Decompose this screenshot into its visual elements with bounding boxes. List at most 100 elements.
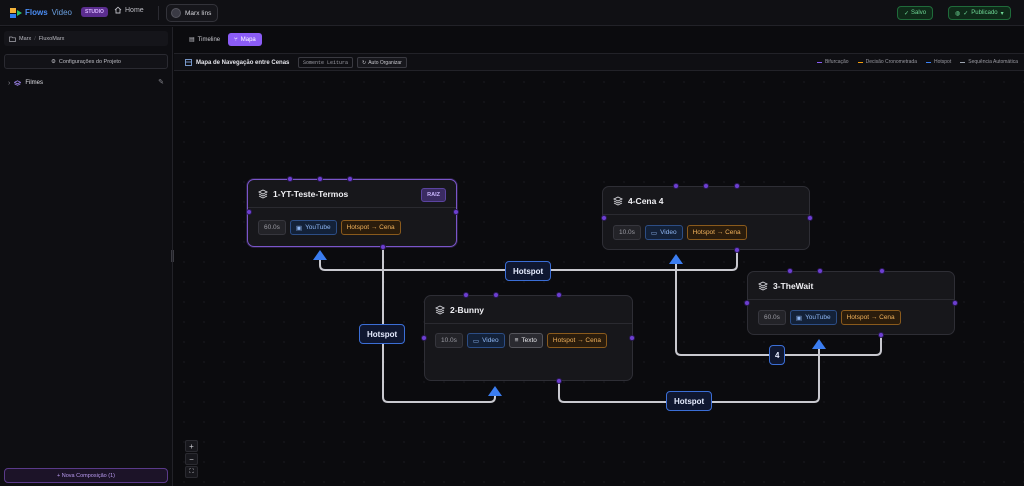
gear-icon: ⚙ bbox=[50, 58, 56, 65]
duration-chip: 10.0s bbox=[613, 225, 641, 240]
node-chips: 60.0s ▣ YouTube Hotspot → Cena bbox=[758, 310, 944, 325]
node-handle[interactable] bbox=[703, 183, 709, 189]
edge-label-count[interactable]: 4 bbox=[769, 345, 786, 365]
node-handle[interactable] bbox=[673, 183, 679, 189]
tab-map[interactable]: ⑂ Mapa bbox=[228, 33, 262, 46]
node-handle[interactable] bbox=[347, 176, 353, 182]
node-handle[interactable] bbox=[287, 176, 293, 182]
refresh-icon: ↻ bbox=[362, 59, 367, 66]
node-handle[interactable] bbox=[453, 209, 459, 215]
youtube-chip: ▣ YouTube bbox=[289, 220, 337, 235]
node-handle[interactable] bbox=[734, 183, 740, 189]
map-title: Mapa de Navegação entre Cenas bbox=[185, 59, 289, 66]
node-handle[interactable] bbox=[787, 268, 793, 274]
breadcrumb-item[interactable]: Marx bbox=[19, 36, 31, 42]
auto-organize-button[interactable]: ↻ Auto Organizar bbox=[357, 57, 407, 68]
node-chips: 10.0s ▭ Video ≡ Texto Hotspot → Cena bbox=[435, 333, 622, 348]
node-title: 3-TheWait bbox=[773, 280, 814, 291]
map-toolbar: Mapa de Navegação entre Cenas Somente Le… bbox=[174, 53, 1024, 71]
zoom-controls: + − ⛶ bbox=[185, 440, 198, 478]
legend-label: Decisão Cronometrada bbox=[865, 59, 917, 65]
edge-arrow bbox=[313, 250, 327, 260]
hotspot-chip: Hotspot → Cena bbox=[546, 333, 607, 348]
node-handle[interactable] bbox=[807, 215, 813, 221]
node-handle[interactable] bbox=[734, 247, 740, 253]
media-label: Video bbox=[660, 229, 677, 236]
zoom-out-button[interactable]: − bbox=[185, 453, 198, 465]
node-handle[interactable] bbox=[556, 378, 562, 384]
zoom-in-button[interactable]: + bbox=[185, 440, 198, 452]
breadcrumb: Marx / FluxoMarx bbox=[4, 31, 168, 46]
legend-label: Hotspot bbox=[934, 59, 952, 65]
node-handle[interactable] bbox=[878, 332, 884, 338]
project-settings-label: Configurações do Projeto bbox=[58, 58, 121, 65]
edge-label-hotspot[interactable]: Hotspot bbox=[359, 324, 406, 344]
duration-chip: 60.0s bbox=[258, 220, 286, 235]
edge-label-hotspot[interactable]: Hotspot bbox=[666, 391, 713, 411]
project-settings-button[interactable]: ⚙ Configurações do Projeto bbox=[4, 54, 168, 69]
home-button[interactable]: Home bbox=[114, 6, 144, 14]
top-bar: Flows Video STUDIO Home Marx Iins ✓ Salvo … bbox=[0, 0, 1024, 26]
node-handle[interactable] bbox=[817, 268, 823, 274]
user-name: Marx Iins bbox=[185, 9, 212, 17]
avatar bbox=[171, 8, 181, 18]
node-header: 2-Bunny bbox=[425, 296, 632, 324]
layers-icon bbox=[14, 79, 22, 86]
legend-item: Sequência Automática bbox=[960, 59, 1018, 65]
new-composition-button[interactable]: + Nova Composição (1) bbox=[4, 468, 168, 483]
tab-timeline[interactable]: ▤ Timeline bbox=[183, 33, 226, 46]
scene-node[interactable]: 1-YT-Teste-Termos RAIZ 60.0s ▣ YouTube Ho… bbox=[247, 179, 457, 247]
node-handle[interactable] bbox=[879, 268, 885, 274]
scene-node[interactable]: 2-Bunny 10.0s ▭ Video ≡ Texto Hotspot → Ce… bbox=[424, 295, 633, 381]
scene-node[interactable]: 3-TheWait 60.0s ▣ YouTube Hotspot → Cena bbox=[747, 271, 955, 335]
node-handle[interactable] bbox=[629, 335, 635, 341]
view-tabs: ▤ Timeline ⑂ Mapa bbox=[183, 32, 262, 47]
edge-arrow bbox=[669, 254, 683, 264]
pencil-icon[interactable]: ✎ bbox=[158, 78, 164, 86]
readonly-badge: Somente Leitura bbox=[298, 57, 354, 68]
app-logo[interactable]: Flows Video STUDIO bbox=[10, 6, 108, 18]
text-icon: ≡ bbox=[514, 337, 519, 344]
hotspot-chip: Hotspot → Cena bbox=[340, 220, 401, 235]
fit-view-button[interactable]: ⛶ bbox=[185, 466, 198, 478]
media-label: Video bbox=[482, 337, 499, 344]
divider bbox=[158, 6, 159, 20]
layers-icon bbox=[258, 188, 268, 199]
node-handle[interactable] bbox=[556, 292, 562, 298]
node-chips: 60.0s ▣ YouTube Hotspot → Cena bbox=[258, 220, 446, 235]
node-header: 4-Cena 4 bbox=[603, 187, 809, 215]
home-icon bbox=[114, 6, 122, 14]
logo-icon bbox=[10, 6, 22, 18]
node-handle[interactable] bbox=[952, 300, 958, 306]
text-chip: ≡ Texto bbox=[508, 333, 543, 348]
legend-label: Sequência Automática bbox=[968, 59, 1018, 65]
legend-item: Decisão Cronometrada bbox=[857, 59, 917, 65]
node-handle[interactable] bbox=[421, 335, 427, 341]
tree-item-filmes[interactable]: › Filmes ✎ bbox=[8, 77, 166, 89]
saved-button[interactable]: ✓ Salvo bbox=[897, 6, 934, 20]
node-handle[interactable] bbox=[380, 244, 386, 250]
layers-icon bbox=[758, 280, 768, 291]
breadcrumb-item[interactable]: FluxoMarx bbox=[39, 36, 65, 42]
tab-label: Timeline bbox=[197, 36, 221, 43]
auto-organize-label: Auto Organizar bbox=[368, 59, 402, 66]
saved-label: Salvo bbox=[911, 10, 927, 16]
hotspot-chip: Hotspot → Cena bbox=[840, 310, 901, 325]
node-handle[interactable] bbox=[317, 176, 323, 182]
legend-item: Hotspot bbox=[926, 59, 951, 65]
tree-item-label: Filmes bbox=[25, 80, 44, 86]
user-menu-button[interactable]: Marx Iins bbox=[166, 4, 219, 22]
node-handle[interactable] bbox=[493, 292, 499, 298]
duration-chip: 10.0s bbox=[435, 333, 463, 348]
node-handle[interactable] bbox=[463, 292, 469, 298]
node-handle[interactable] bbox=[601, 215, 607, 221]
node-handle[interactable] bbox=[246, 209, 252, 215]
layers-icon bbox=[613, 195, 623, 206]
folder-icon bbox=[9, 36, 16, 42]
scene-node[interactable]: 4-Cena 4 10.0s ▭ Video Hotspot → Cena bbox=[602, 186, 810, 250]
edge-label-hotspot[interactable]: Hotspot bbox=[505, 261, 552, 281]
legend-item: Bifurcação bbox=[816, 59, 849, 65]
chevron-down-icon: ▾ bbox=[1000, 10, 1004, 17]
publish-button[interactable]: ◍ ✓ Publicado ▾ bbox=[948, 6, 1011, 20]
node-handle[interactable] bbox=[744, 300, 750, 306]
